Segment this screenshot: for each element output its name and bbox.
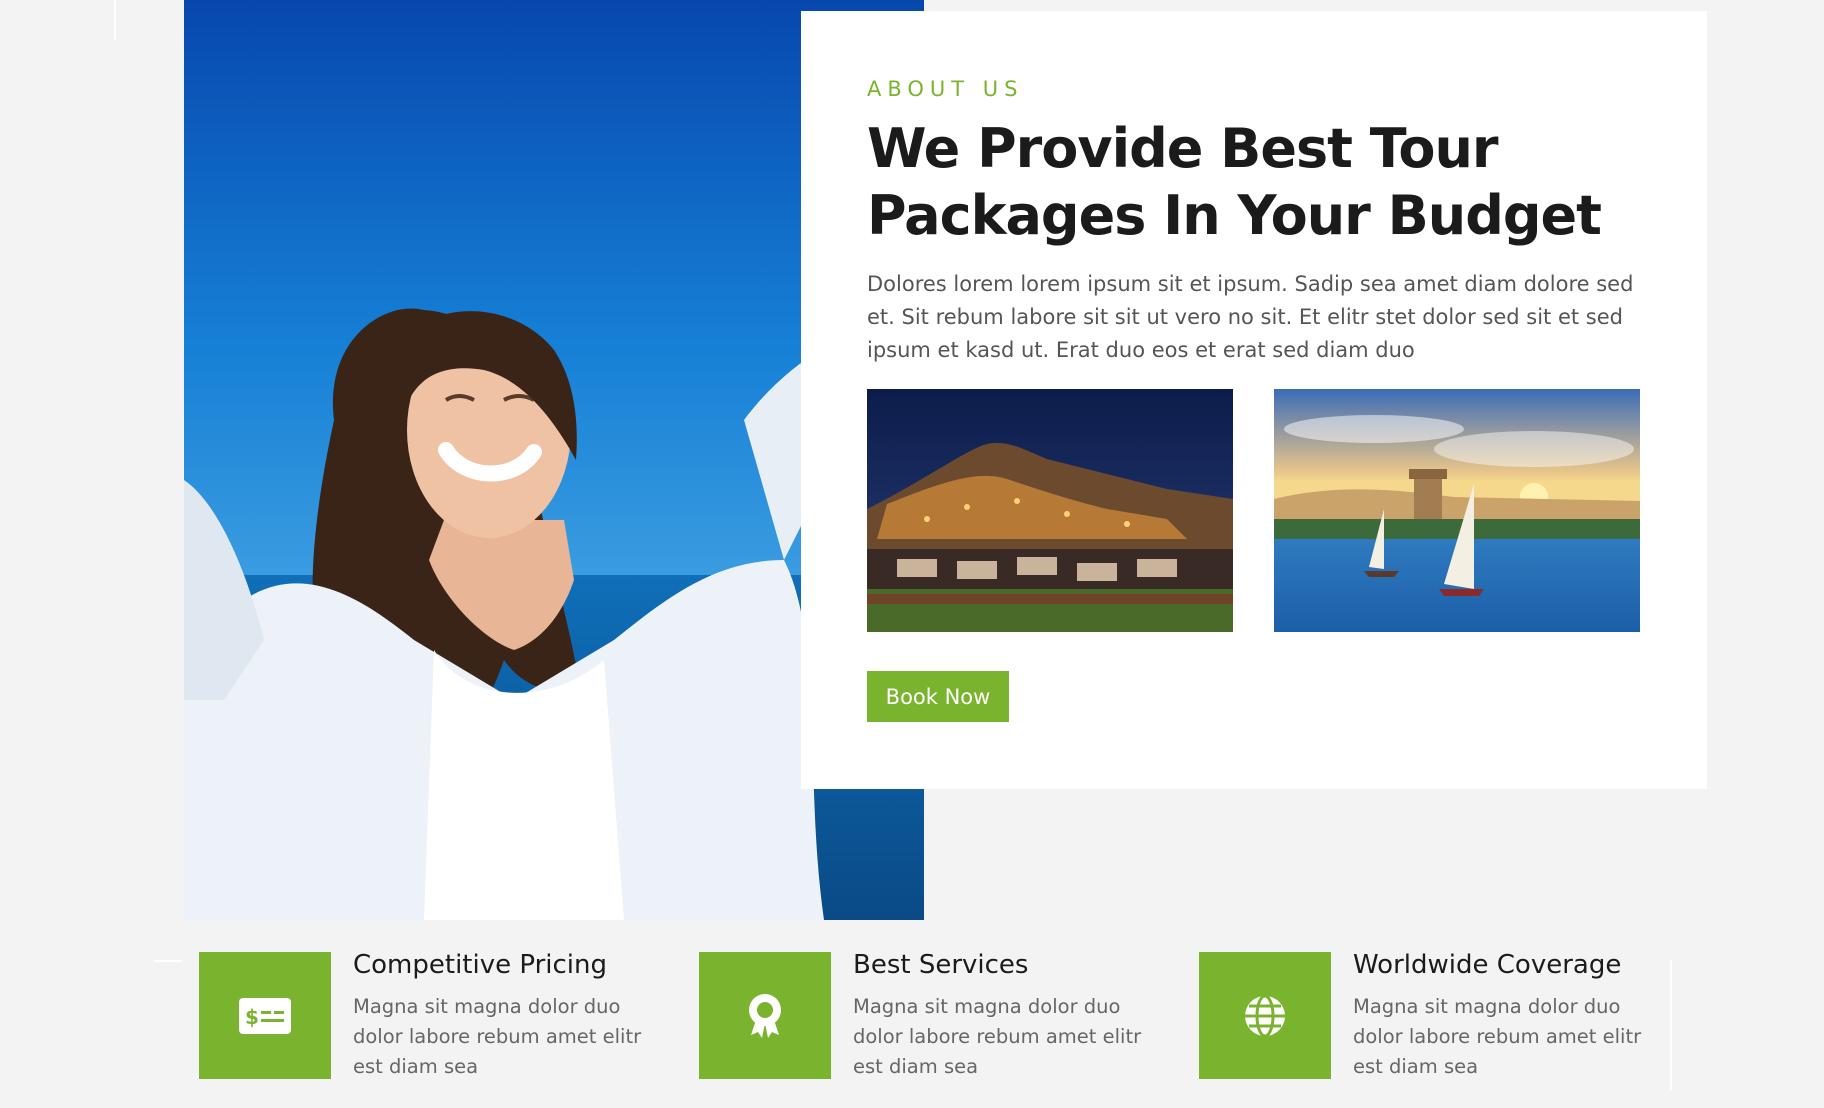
section-description: Dolores lorem lorem ipsum sit et ipsum. … (867, 272, 1634, 362)
decorative-line (114, 0, 116, 40)
section-eyebrow: ABOUT US (867, 77, 1024, 101)
feature-worldwide-coverage: Worldwide Coverage Magna sit magna dolor… (1199, 950, 1669, 1079)
about-section: ABOUT US We Provide Best Tour Packages I… (0, 0, 1824, 1108)
award-icon (749, 993, 781, 1038)
book-now-button[interactable]: Book Now (867, 671, 1009, 722)
about-card: ABOUT US We Provide Best Tour Packages I… (801, 11, 1707, 789)
decorative-line (154, 960, 182, 962)
feature-title: Best Services (853, 950, 1029, 980)
decorative-line (1670, 960, 1672, 1090)
feature-icon-box (1199, 952, 1331, 1079)
gallery-image-river-sailboats (1274, 389, 1640, 632)
globe-icon (1245, 994, 1285, 1037)
gallery-image-night-hill (867, 389, 1233, 632)
feature-title: Competitive Pricing (353, 950, 608, 980)
section-title: We Provide Best Tour Packages In Your Bu… (867, 115, 1667, 249)
feature-best-services: Best Services Magna sit magna dolor duo … (699, 950, 1169, 1079)
feature-text: Magna sit magna dolor duo dolor labore r… (853, 995, 1142, 1078)
feature-competitive-pricing: $ Competitive Pricing Magna sit magna do… (199, 950, 669, 1079)
money-bill-icon: $ (239, 997, 291, 1034)
feature-text: Magna sit magna dolor duo dolor labore r… (1353, 995, 1642, 1078)
svg-text:$: $ (245, 1005, 259, 1029)
title-line-2: Packages In Your Budget (867, 184, 1602, 247)
features-row: $ Competitive Pricing Magna sit magna do… (0, 950, 1824, 1090)
feature-icon-box: $ (199, 952, 331, 1079)
title-line-1: We Provide Best Tour (867, 117, 1499, 180)
feature-icon-box (699, 952, 831, 1079)
feature-text: Magna sit magna dolor duo dolor labore r… (353, 995, 642, 1078)
feature-title: Worldwide Coverage (1353, 950, 1622, 980)
